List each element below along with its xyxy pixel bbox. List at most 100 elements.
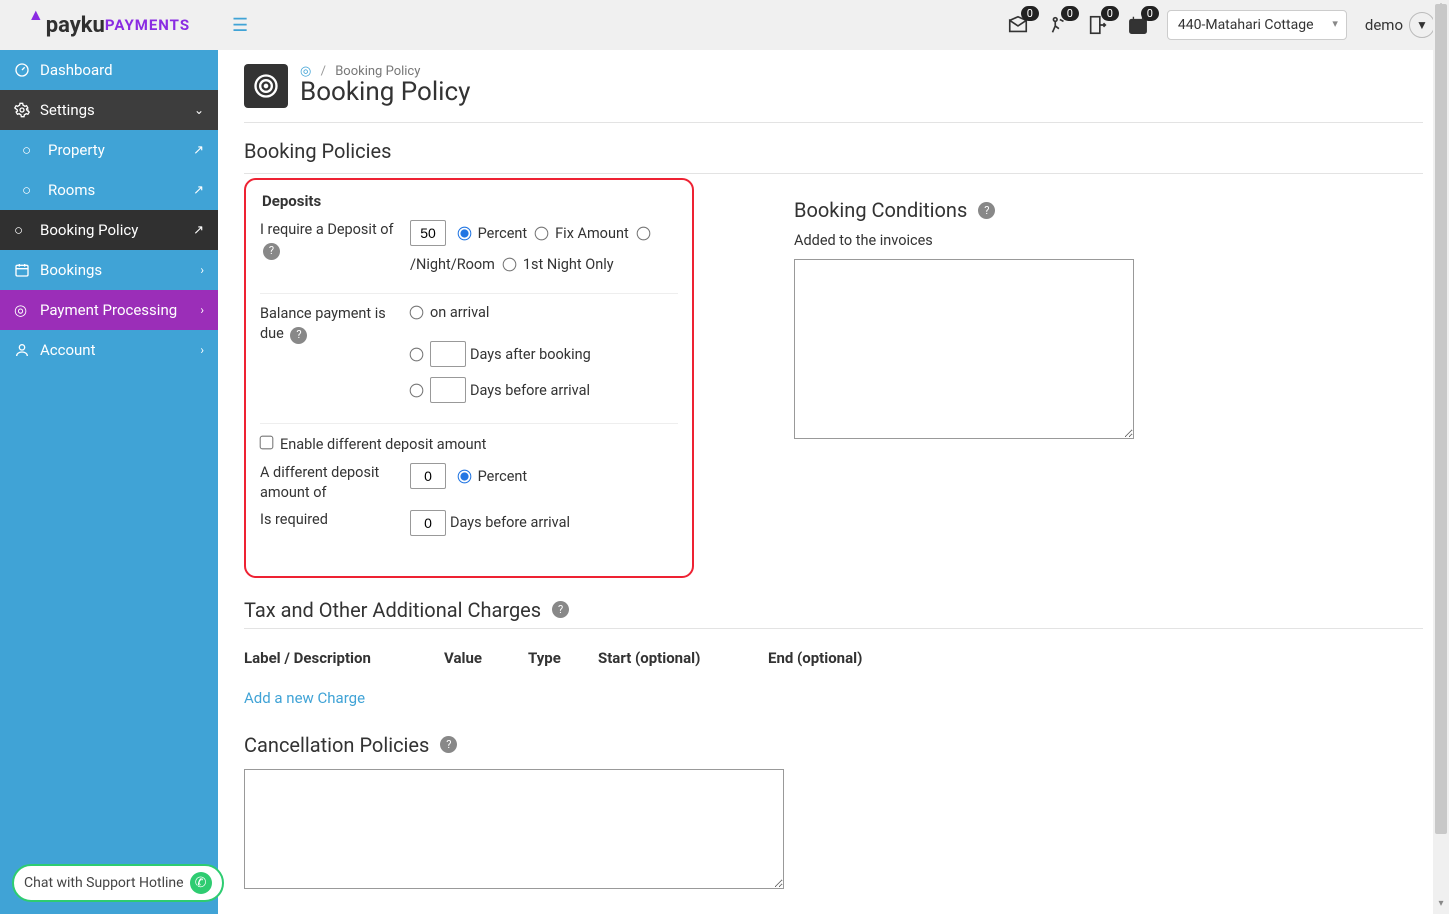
user-icon [14,342,32,358]
page-header-icon [244,64,288,108]
nav-property-label: Property [48,141,105,159]
nav-dashboard-label: Dashboard [40,61,113,79]
departures-badge: 0 [1101,6,1119,21]
help-icon[interactable]: ? [978,202,995,219]
circle-icon: ○ [14,221,32,239]
balance-days-after-label: Days after booking [470,346,591,363]
nav-payment-processing[interactable]: ◎ Payment Processing › [0,290,218,330]
diff-percent-label: Percent [478,468,528,485]
calendar-badge: 0 [1141,6,1159,21]
section-booking-policies-title: Booking Policies [218,123,1449,173]
balance-label: Balance payment is due [260,305,386,342]
conditions-textarea[interactable] [794,259,1134,439]
cancellation-textarea[interactable] [244,769,784,889]
tax-col-type: Type [528,649,598,667]
is-required-label: Is required [260,510,410,546]
tax-col-end: End (optional) [768,649,938,667]
help-icon[interactable]: ? [290,327,307,344]
deposits-fieldset: Deposits I require a Deposit of ? P [244,178,694,578]
mail-icon[interactable]: 0 [1007,14,1029,36]
balance-days-after-radio[interactable] [410,347,424,361]
nav-booking-policy[interactable]: ○ Booking Policy ↗ [0,210,218,250]
conditions-desc: Added to the invoices [794,232,1423,249]
cancellation-title: Cancellation Policies [244,733,429,757]
external-link-icon: ↗ [193,143,204,158]
departures-icon[interactable]: 0 [1087,14,1109,36]
nav-settings-label: Settings [40,101,95,119]
deposit-fix-radio[interactable] [535,226,549,240]
arrivals-icon[interactable]: 0 [1047,14,1069,36]
balance-arrival-label: on arrival [430,304,489,321]
enable-diff-label: Enable different deposit amount [280,436,486,453]
deposit-first-radio[interactable] [503,258,517,272]
user-dropdown[interactable]: demo ▼ [1365,12,1435,38]
nav-payment-label: Payment Processing [40,301,177,319]
user-name: demo [1365,16,1403,34]
add-charge-link[interactable]: Add a new Charge [244,689,365,707]
deposit-percent-radio[interactable] [457,226,471,240]
logo: ▲ payku PAYMENTS [0,0,218,50]
balance-days-after-input[interactable] [430,341,466,367]
nav-property[interactable]: ○ Property ↗ [0,130,218,170]
gear-icon [14,102,32,118]
nav-rooms[interactable]: ○ Rooms ↗ [0,170,218,210]
help-icon[interactable]: ? [552,601,569,618]
help-icon[interactable]: ? [263,243,280,260]
scrollbar[interactable]: ▴ ▾ [1433,0,1449,914]
nav-account-label: Account [40,341,96,359]
tax-col-label: Label / Description [244,649,444,667]
deposits-legend: Deposits [260,192,678,210]
help-icon[interactable]: ? [440,736,457,753]
caret-down-icon: ▼ [1409,12,1435,38]
mail-badge: 0 [1021,6,1039,21]
topbar: ☰ 0 0 0 0 440-Matahari Cottage [218,0,1449,50]
target-icon: ◎ [14,301,32,319]
chevron-right-icon: › [200,343,204,357]
deposit-first-label: 1st Night Only [523,256,614,273]
whatsapp-icon: ✆ [190,872,212,894]
chat-support-button[interactable]: Chat with Support Hotline ✆ [12,864,224,902]
tax-table-header: Label / Description Value Type Start (op… [244,641,1423,675]
diff-percent-radio[interactable] [457,469,471,483]
deposit-amount-input[interactable] [410,220,446,246]
logo-triangle-icon: ▲ [28,5,44,25]
required-days-input[interactable] [410,510,446,536]
tax-col-start: Start (optional) [598,649,768,667]
circle-icon: ○ [22,141,40,159]
balance-days-before-radio[interactable] [410,383,424,397]
nav-booking-policy-label: Booking Policy [40,221,138,239]
chevron-right-icon: › [200,263,204,277]
balance-days-before-input[interactable] [430,377,466,403]
property-select[interactable]: 440-Matahari Cottage [1167,10,1347,40]
nav-settings[interactable]: Settings ⌄ [0,90,218,130]
required-suffix-label: Days before arrival [450,514,570,531]
scroll-down-icon[interactable]: ▾ [1433,898,1449,914]
calendar-icon [14,262,32,278]
diff-deposit-label: A different deposit amount of [260,463,410,504]
deposit-fix-label: Fix Amount [555,225,629,242]
nav-bookings[interactable]: Bookings › [0,250,218,290]
balance-days-before-label: Days before arrival [470,382,590,399]
sidebar: ▲ payku PAYMENTS Dashboard Settings ⌄ ○ … [0,0,218,914]
gauge-icon [14,62,32,78]
scroll-thumb[interactable] [1435,4,1447,834]
chevron-right-icon: › [200,303,204,317]
arrivals-badge: 0 [1061,6,1079,21]
nav-account[interactable]: Account › [0,330,218,370]
deposit-night-radio[interactable] [636,226,650,240]
hamburger-icon[interactable]: ☰ [232,15,248,36]
deposit-night-label: /Night/Room [410,256,495,273]
calendar-top-icon[interactable]: 0 [1127,14,1149,36]
tax-title: Tax and Other Additional Charges [244,598,541,622]
external-link-icon: ↗ [193,223,204,238]
property-select-value: 440-Matahari Cottage [1178,17,1314,33]
nav-dashboard[interactable]: Dashboard [0,50,218,90]
page-title: Booking Policy [300,77,470,107]
diff-amount-input[interactable] [410,463,446,489]
deposit-require-label: I require a Deposit of [260,221,394,238]
balance-arrival-radio[interactable] [410,306,424,320]
deposit-percent-label: Percent [478,225,528,242]
enable-diff-checkbox[interactable] [260,436,274,450]
tax-col-value: Value [444,649,528,667]
external-link-icon: ↗ [193,183,204,198]
